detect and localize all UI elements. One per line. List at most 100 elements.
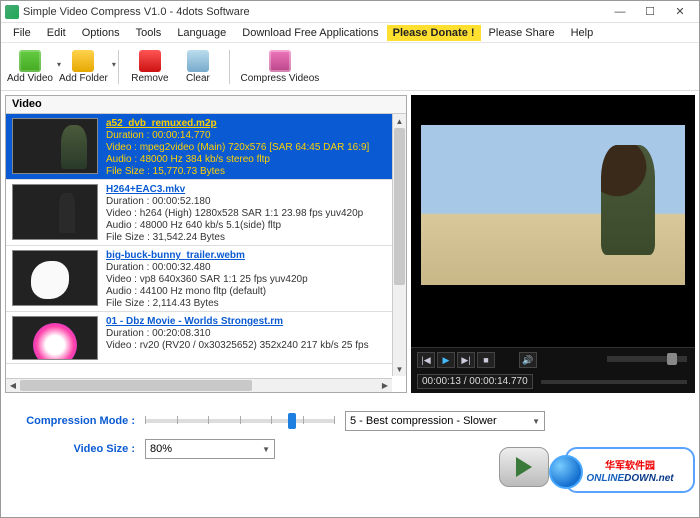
chevron-down-icon: ▼ — [532, 417, 540, 426]
video-item[interactable]: a52_dvb_remuxed.m2p Duration : 00:00:14.… — [6, 114, 392, 180]
compress-label: Compress Videos — [241, 73, 320, 84]
scroll-right-arrow-icon[interactable]: ▶ — [378, 379, 392, 392]
next-frame-button[interactable]: ▶| — [457, 352, 475, 368]
time-display: 00:00:13 / 00:00:14.770 — [417, 374, 533, 389]
scroll-down-arrow-icon[interactable]: ▼ — [393, 362, 406, 376]
video-item[interactable]: H264+EAC3.mkv Duration : 00:00:52.180 Vi… — [6, 180, 392, 246]
menu-donate[interactable]: Please Donate ! — [387, 25, 481, 41]
watermark-cn: 华军软件园 — [605, 457, 655, 472]
menu-edit[interactable]: Edit — [39, 25, 74, 41]
scrollbar-thumb[interactable] — [20, 380, 252, 391]
add-video-button[interactable]: Add Video ▾ — [7, 50, 53, 84]
video-audio: Audio : 48000 Hz 384 kb/s stereo fltp — [106, 154, 369, 166]
video-list[interactable]: a52_dvb_remuxed.m2p Duration : 00:00:14.… — [6, 114, 392, 378]
watermark-logo: 华军软件园 ONLINEDOWN.net — [565, 447, 695, 493]
video-duration: Duration : 00:00:52.180 — [106, 196, 363, 208]
video-info: H264+EAC3.mkv Duration : 00:00:52.180 Vi… — [106, 184, 363, 244]
close-button[interactable]: ✕ — [665, 3, 695, 21]
globe-icon — [549, 455, 583, 489]
add-folder-label: Add Folder — [59, 73, 108, 84]
plus-green-icon — [19, 50, 41, 72]
scrollbar-thumb[interactable] — [394, 128, 405, 285]
clear-label: Clear — [186, 73, 210, 84]
preview-panel: |◀ ▶ ▶| ■ 🔊 00:00:13 / 00:00:14.770 — [411, 95, 695, 393]
remove-button[interactable]: Remove — [129, 50, 171, 84]
video-size: File Size : 2,114.43 Bytes — [106, 298, 308, 310]
menu-download[interactable]: Download Free Applications — [234, 25, 386, 41]
video-codec: Video : vp8 640x360 SAR 1:1 25 fps yuv42… — [106, 274, 308, 286]
video-list-panel: Video a52_dvb_remuxed.m2p Duration : 00:… — [5, 95, 407, 393]
vertical-scrollbar[interactable]: ▲ ▼ — [392, 114, 406, 376]
video-codec: Video : h264 (High) 1280x528 SAR 1:1 23.… — [106, 208, 363, 220]
slider-knob[interactable] — [667, 353, 677, 365]
video-duration: Duration : 00:00:32.480 — [106, 262, 308, 274]
add-video-label: Add Video — [7, 73, 53, 84]
video-audio: Audio : 44100 Hz mono fltp (default) — [106, 286, 308, 298]
maximize-button[interactable]: ☐ — [635, 3, 665, 21]
app-icon — [5, 5, 19, 19]
video-item[interactable]: 01 - Dbz Movie - Worlds Strongest.rm Dur… — [6, 312, 392, 364]
remove-x-icon — [139, 50, 161, 72]
toolbar: Add Video ▾ Add Folder ▾ Remove Clear Co… — [1, 43, 699, 91]
clear-icon — [187, 50, 209, 72]
minimize-button[interactable]: — — [605, 3, 635, 21]
video-audio: Audio : 48000 Hz 640 kb/s 5.1(side) fltp — [106, 220, 363, 232]
video-duration: Duration : 00:00:14.770 — [106, 130, 369, 142]
compression-mode-value: 5 - Best compression - Slower — [350, 415, 497, 427]
video-size-label: Video Size : — [15, 443, 145, 455]
video-codec: Video : rv20 (RV20 / 0x30325652) 352x240… — [106, 340, 369, 352]
menu-help[interactable]: Help — [563, 25, 602, 41]
menu-language[interactable]: Language — [169, 25, 234, 41]
watermark-en2: DOWN.net — [624, 473, 673, 484]
title-bar: Simple Video Compress V1.0 - 4dots Softw… — [1, 1, 699, 23]
compress-videos-button[interactable]: Compress Videos — [240, 50, 320, 84]
bottom-controls: Compression Mode : 5 - Best compression … — [1, 397, 699, 497]
video-thumbnail — [12, 184, 98, 240]
video-title[interactable]: 01 - Dbz Movie - Worlds Strongest.rm — [106, 316, 369, 328]
play-icon — [516, 457, 532, 477]
toolbar-separator — [229, 50, 230, 84]
video-size: File Size : 15,770.73 Bytes — [106, 166, 369, 178]
watermark-en1: ONLINE — [586, 473, 624, 484]
scroll-up-arrow-icon[interactable]: ▲ — [393, 114, 406, 128]
video-title[interactable]: big-buck-bunny_trailer.webm — [106, 250, 308, 262]
video-codec: Video : mpeg2video (Main) 720x576 [SAR 6… — [106, 142, 369, 154]
stop-button[interactable]: ■ — [477, 352, 495, 368]
compression-mode-slider[interactable] — [145, 419, 335, 423]
clear-button[interactable]: Clear — [177, 50, 219, 84]
video-duration: Duration : 00:20:08.310 — [106, 328, 369, 340]
horizontal-scrollbar[interactable]: ◀ ▶ — [6, 378, 392, 392]
slider-knob[interactable] — [288, 413, 296, 429]
video-title[interactable]: a52_dvb_remuxed.m2p — [106, 118, 369, 130]
video-size-select[interactable]: 80% ▼ — [145, 439, 275, 459]
menu-tools[interactable]: Tools — [128, 25, 170, 41]
add-folder-button[interactable]: Add Folder ▾ — [59, 50, 108, 84]
volume-slider[interactable] — [607, 356, 687, 362]
video-thumbnail — [12, 316, 98, 360]
play-button[interactable]: ▶ — [437, 352, 455, 368]
progress-bar[interactable] — [541, 380, 687, 384]
player-controls: |◀ ▶ ▶| ■ 🔊 00:00:13 / 00:00:14.770 — [411, 347, 695, 393]
scroll-left-arrow-icon[interactable]: ◀ — [6, 379, 20, 392]
main-area: Video a52_dvb_remuxed.m2p Duration : 00:… — [1, 91, 699, 397]
toolbar-separator — [118, 50, 119, 84]
video-thumbnail — [12, 118, 98, 174]
menu-share[interactable]: Please Share — [481, 25, 563, 41]
volume-button[interactable]: 🔊 — [519, 352, 537, 368]
preview-figure — [601, 145, 655, 255]
menu-options[interactable]: Options — [74, 25, 128, 41]
video-size-value: 80% — [150, 443, 172, 455]
folder-icon — [72, 50, 94, 72]
chevron-down-icon[interactable]: ▾ — [112, 60, 116, 69]
compress-icon — [269, 50, 291, 72]
video-info: a52_dvb_remuxed.m2p Duration : 00:00:14.… — [106, 118, 369, 178]
video-item[interactable]: big-buck-bunny_trailer.webm Duration : 0… — [6, 246, 392, 312]
remove-label: Remove — [131, 73, 168, 84]
menu-file[interactable]: File — [5, 25, 39, 41]
video-info: 01 - Dbz Movie - Worlds Strongest.rm Dur… — [106, 316, 369, 352]
compression-mode-select[interactable]: 5 - Best compression - Slower ▼ — [345, 411, 545, 431]
execute-button[interactable] — [499, 447, 549, 487]
compression-mode-label: Compression Mode : — [15, 415, 145, 427]
video-title[interactable]: H264+EAC3.mkv — [106, 184, 363, 196]
prev-frame-button[interactable]: |◀ — [417, 352, 435, 368]
